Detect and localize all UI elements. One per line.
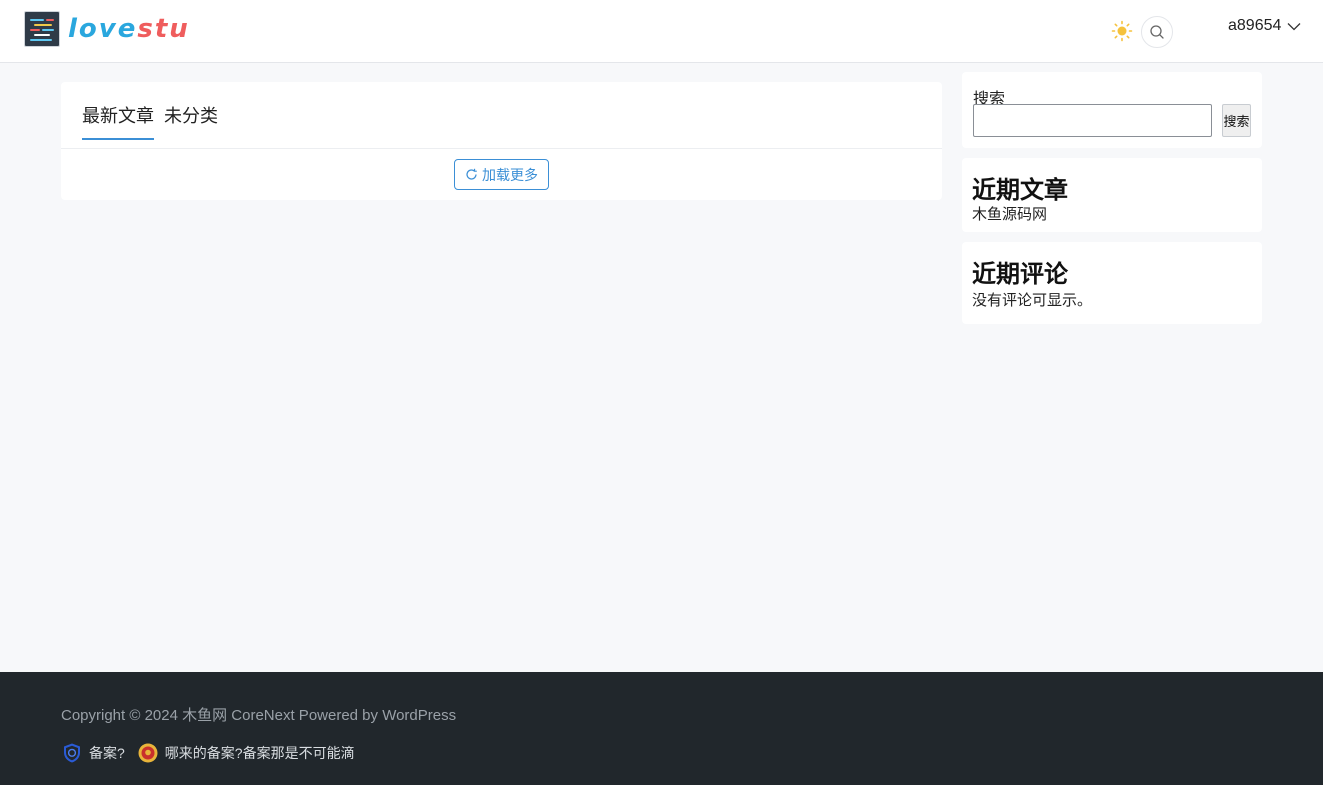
recent-comments-title: 近期评论 <box>972 261 1068 288</box>
search-submit-button[interactable]: 搜索 <box>1222 104 1251 137</box>
copyright-text: Copyright © 2024 木鱼网 CoreNext Powered by… <box>61 707 457 724</box>
beian-text-1: 备案? <box>89 745 125 761</box>
beian-link-2[interactable]: 哪来的备案?备案那是不可能滴 <box>137 742 355 764</box>
user-menu[interactable]: a89654 <box>1228 17 1301 35</box>
category-tabs: 最新文章 未分类 <box>82 102 218 140</box>
logo-text: lovestu <box>68 14 190 44</box>
police-badge-icon <box>138 743 158 763</box>
tab-latest[interactable]: 最新文章 <box>82 102 154 140</box>
beian-row: 备案? 哪来的备案?备案那是不可能滴 <box>61 742 367 764</box>
tab-uncategorized[interactable]: 未分类 <box>164 102 218 140</box>
recent-post-link[interactable]: 木鱼源码网 <box>972 203 1047 224</box>
site-header: lovestu a89654 <box>0 0 1323 63</box>
load-more-label: 加载更多 <box>482 166 538 183</box>
beian-text-2: 哪来的备案?备案那是不可能滴 <box>164 745 355 761</box>
header-search-button[interactable] <box>1141 16 1173 48</box>
username: a89654 <box>1228 17 1282 34</box>
chevron-down-icon <box>1287 22 1301 30</box>
search-icon <box>1150 25 1164 39</box>
recent-posts-title: 近期文章 <box>972 177 1068 204</box>
recent-posts-widget: 近期文章 木鱼源码网 <box>962 158 1262 232</box>
logo-icon <box>24 11 60 47</box>
beian-link-1[interactable]: 备案? <box>61 742 125 764</box>
load-more-button[interactable]: 加载更多 <box>454 159 549 190</box>
search-input[interactable] <box>973 104 1212 137</box>
divider <box>61 148 942 149</box>
search-widget: 搜索 搜索 <box>962 72 1262 148</box>
recent-comments-widget: 近期评论 没有评论可显示。 <box>962 242 1262 324</box>
site-logo[interactable]: lovestu <box>24 11 190 47</box>
no-comments-text: 没有评论可显示。 <box>972 292 1093 309</box>
post-list-card: 最新文章 未分类 加载更多 <box>61 82 942 200</box>
site-footer: Copyright © 2024 木鱼网 CoreNext Powered by… <box>0 672 1323 785</box>
sun-icon[interactable] <box>1111 20 1133 42</box>
refresh-icon <box>466 168 477 180</box>
shield-icon <box>64 743 80 763</box>
